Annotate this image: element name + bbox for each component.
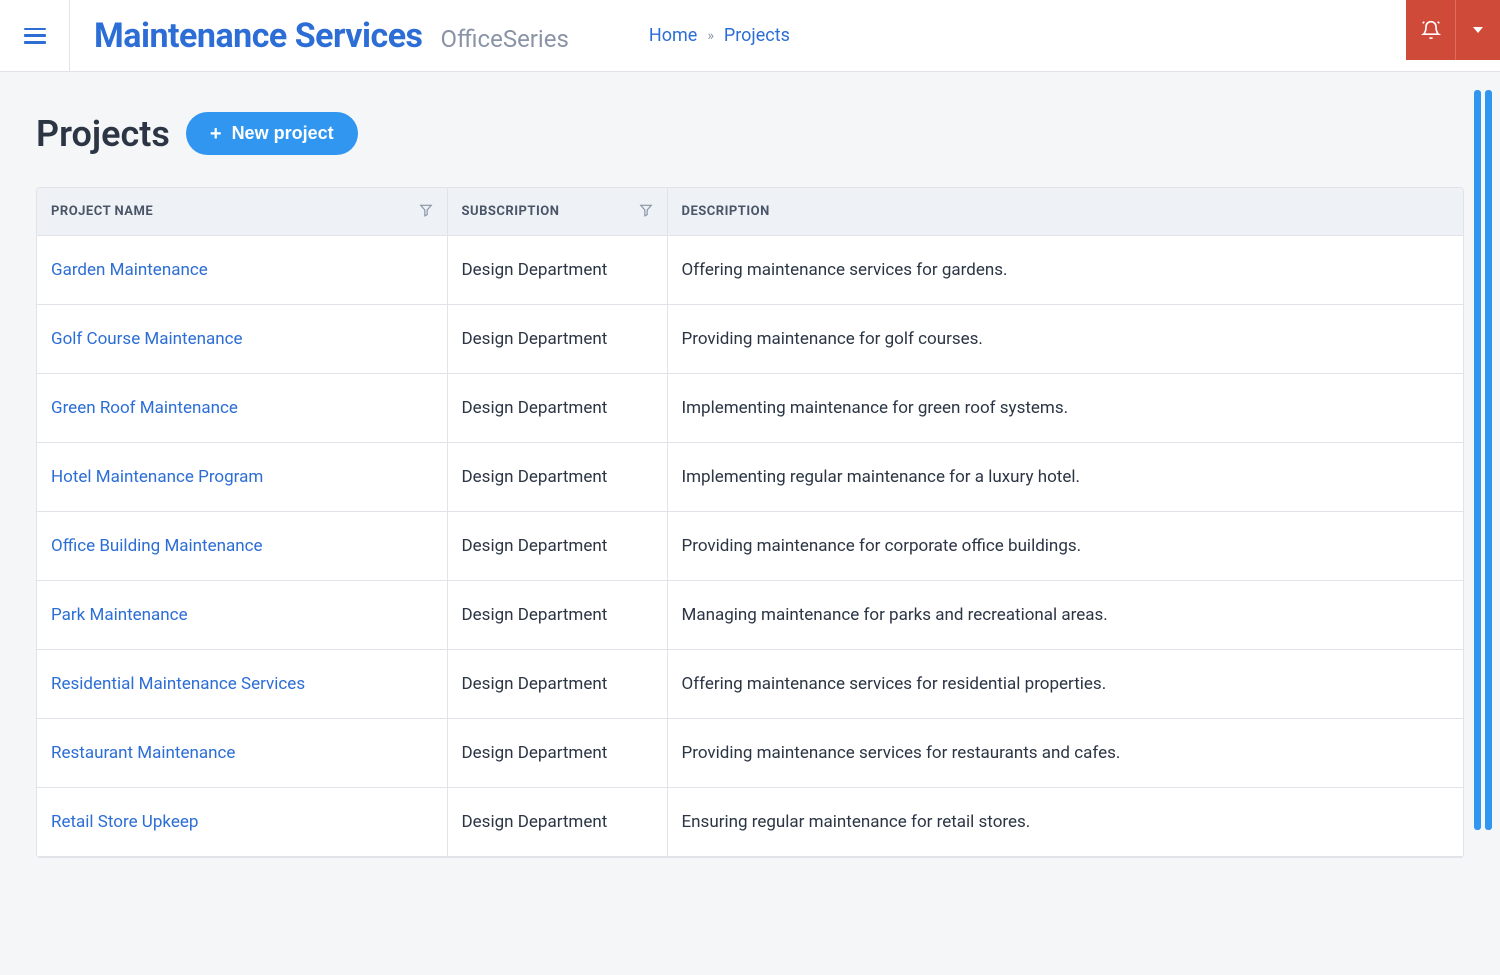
projects-table: Project Name Subscription Description: [37, 188, 1463, 857]
hamburger-icon: [24, 28, 46, 44]
filter-icon[interactable]: [639, 203, 653, 221]
table-row: Office Building Maintenance Design Depart…: [37, 512, 1463, 581]
column-header-name[interactable]: Project Name: [37, 188, 447, 236]
cell-subscription: Design Department: [447, 236, 667, 305]
scroll-bar[interactable]: [1485, 90, 1492, 830]
header-actions: [1406, 0, 1500, 60]
cell-project-name: Retail Store Upkeep: [37, 788, 447, 857]
breadcrumb-home[interactable]: Home: [649, 25, 697, 46]
brand-title: Maintenance Services: [94, 16, 423, 56]
project-link[interactable]: Restaurant Maintenance: [51, 743, 235, 763]
main-content: Projects + New project Project Name Subs…: [0, 72, 1500, 898]
projects-table-wrap: Project Name Subscription Description: [36, 187, 1464, 858]
cell-project-name: Residential Maintenance Services: [37, 650, 447, 719]
cell-subscription: Design Department: [447, 443, 667, 512]
filter-icon[interactable]: [419, 203, 433, 221]
plus-icon: +: [210, 124, 222, 144]
cell-project-name: Hotel Maintenance Program: [37, 443, 447, 512]
project-link[interactable]: Garden Maintenance: [51, 260, 208, 280]
cell-project-name: Park Maintenance: [37, 581, 447, 650]
cell-description: Offering maintenance services for reside…: [667, 650, 1463, 719]
cell-subscription: Design Department: [447, 512, 667, 581]
cell-project-name: Green Roof Maintenance: [37, 374, 447, 443]
chevron-down-icon: [1473, 27, 1483, 33]
cell-description: Implementing regular maintenance for a l…: [667, 443, 1463, 512]
notifications-button[interactable]: [1406, 0, 1456, 60]
cell-subscription: Design Department: [447, 719, 667, 788]
cell-description: Implementing maintenance for green roof …: [667, 374, 1463, 443]
project-link[interactable]: Green Roof Maintenance: [51, 398, 238, 418]
breadcrumb-current[interactable]: Projects: [724, 25, 790, 46]
project-link[interactable]: Hotel Maintenance Program: [51, 467, 263, 487]
scroll-bar[interactable]: [1474, 90, 1481, 830]
brand-subtitle: OfficeSeries: [441, 25, 569, 53]
cell-description: Providing maintenance for corporate offi…: [667, 512, 1463, 581]
project-link[interactable]: Residential Maintenance Services: [51, 674, 305, 694]
cell-description: Offering maintenance services for garden…: [667, 236, 1463, 305]
cell-subscription: Design Department: [447, 788, 667, 857]
cell-project-name: Garden Maintenance: [37, 236, 447, 305]
cell-project-name: Restaurant Maintenance: [37, 719, 447, 788]
cell-subscription: Design Department: [447, 374, 667, 443]
table-row: Hotel Maintenance Program Design Departme…: [37, 443, 1463, 512]
breadcrumb: Home » Projects: [649, 25, 790, 46]
column-header-description[interactable]: Description: [667, 188, 1463, 236]
cell-subscription: Design Department: [447, 581, 667, 650]
cell-project-name: Golf Course Maintenance: [37, 305, 447, 374]
menu-button[interactable]: [0, 0, 70, 72]
new-project-label: New project: [232, 123, 334, 144]
breadcrumb-separator: »: [707, 28, 714, 44]
table-row: Garden Maintenance Design DepartmentOffer…: [37, 236, 1463, 305]
table-row: Park Maintenance Design DepartmentManagin…: [37, 581, 1463, 650]
top-header: Maintenance Services OfficeSeries Home »…: [0, 0, 1500, 72]
project-link[interactable]: Golf Course Maintenance: [51, 329, 243, 349]
scroll-indicators: [1474, 90, 1492, 830]
table-row: Residential Maintenance Services Design D…: [37, 650, 1463, 719]
project-link[interactable]: Park Maintenance: [51, 605, 188, 625]
table-row: Golf Course Maintenance Design Department…: [37, 305, 1463, 374]
project-link[interactable]: Office Building Maintenance: [51, 536, 263, 556]
page-title: Projects: [36, 113, 170, 155]
cell-description: Providing maintenance for golf courses.: [667, 305, 1463, 374]
cell-project-name: Office Building Maintenance: [37, 512, 447, 581]
brand: Maintenance Services OfficeSeries: [70, 16, 569, 56]
cell-subscription: Design Department: [447, 305, 667, 374]
cell-description: Providing maintenance services for resta…: [667, 719, 1463, 788]
project-link[interactable]: Retail Store Upkeep: [51, 812, 198, 832]
table-row: Restaurant Maintenance Design DepartmentP…: [37, 719, 1463, 788]
column-header-subscription[interactable]: Subscription: [447, 188, 667, 236]
user-dropdown-button[interactable]: [1456, 0, 1500, 60]
bell-icon: [1421, 20, 1441, 40]
table-row: Retail Store Upkeep Design DepartmentEnsu…: [37, 788, 1463, 857]
page-header: Projects + New project: [36, 112, 1464, 155]
new-project-button[interactable]: + New project: [186, 112, 358, 155]
cell-description: Ensuring regular maintenance for retail …: [667, 788, 1463, 857]
cell-description: Managing maintenance for parks and recre…: [667, 581, 1463, 650]
cell-subscription: Design Department: [447, 650, 667, 719]
table-row: Green Roof Maintenance Design DepartmentI…: [37, 374, 1463, 443]
